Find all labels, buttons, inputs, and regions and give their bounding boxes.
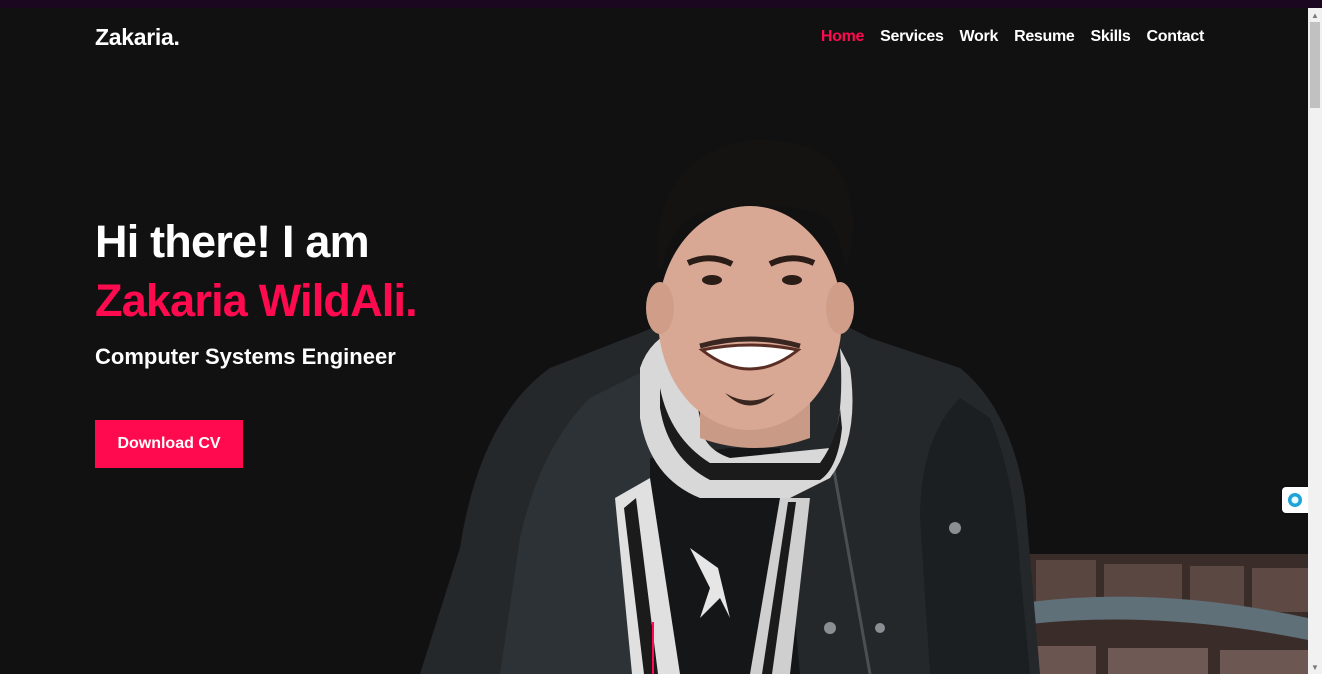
main-nav: Home Services Work Resume Skills Contact [821, 28, 1204, 46]
vertical-scrollbar[interactable]: ▲ ▼ [1308, 8, 1322, 674]
hero-name: Zakaria WildAli. [95, 275, 418, 326]
bench-background [1028, 554, 1308, 674]
nav-item-contact[interactable]: Contact [1147, 28, 1205, 46]
scroll-down-arrow-icon[interactable]: ▼ [1308, 660, 1322, 674]
nav-item-services[interactable]: Services [880, 28, 944, 46]
page-viewport: Zakaria. Home Services Work Resume Skill… [0, 8, 1308, 674]
nav-item-work[interactable]: Work [960, 28, 999, 46]
hero-title: Computer Systems Engineer [95, 344, 396, 369]
browser-top-strip [0, 0, 1322, 8]
nav-item-home[interactable]: Home [821, 28, 865, 46]
portrait-photo [420, 139, 1308, 674]
scrollbar-thumb[interactable] [1310, 22, 1320, 108]
nav-item-resume[interactable]: Resume [1014, 28, 1075, 46]
assistant-orb-icon[interactable] [1282, 487, 1308, 513]
download-cv-button[interactable]: Download CV [95, 420, 243, 468]
scroll-indicator [652, 622, 654, 674]
site-logo[interactable]: Zakaria. [95, 24, 180, 51]
hero-greeting: Hi there! I am [95, 216, 370, 267]
assistant-orb-graphic [1288, 493, 1302, 507]
scroll-up-arrow-icon[interactable]: ▲ [1308, 8, 1322, 22]
nav-item-skills[interactable]: Skills [1091, 28, 1131, 46]
